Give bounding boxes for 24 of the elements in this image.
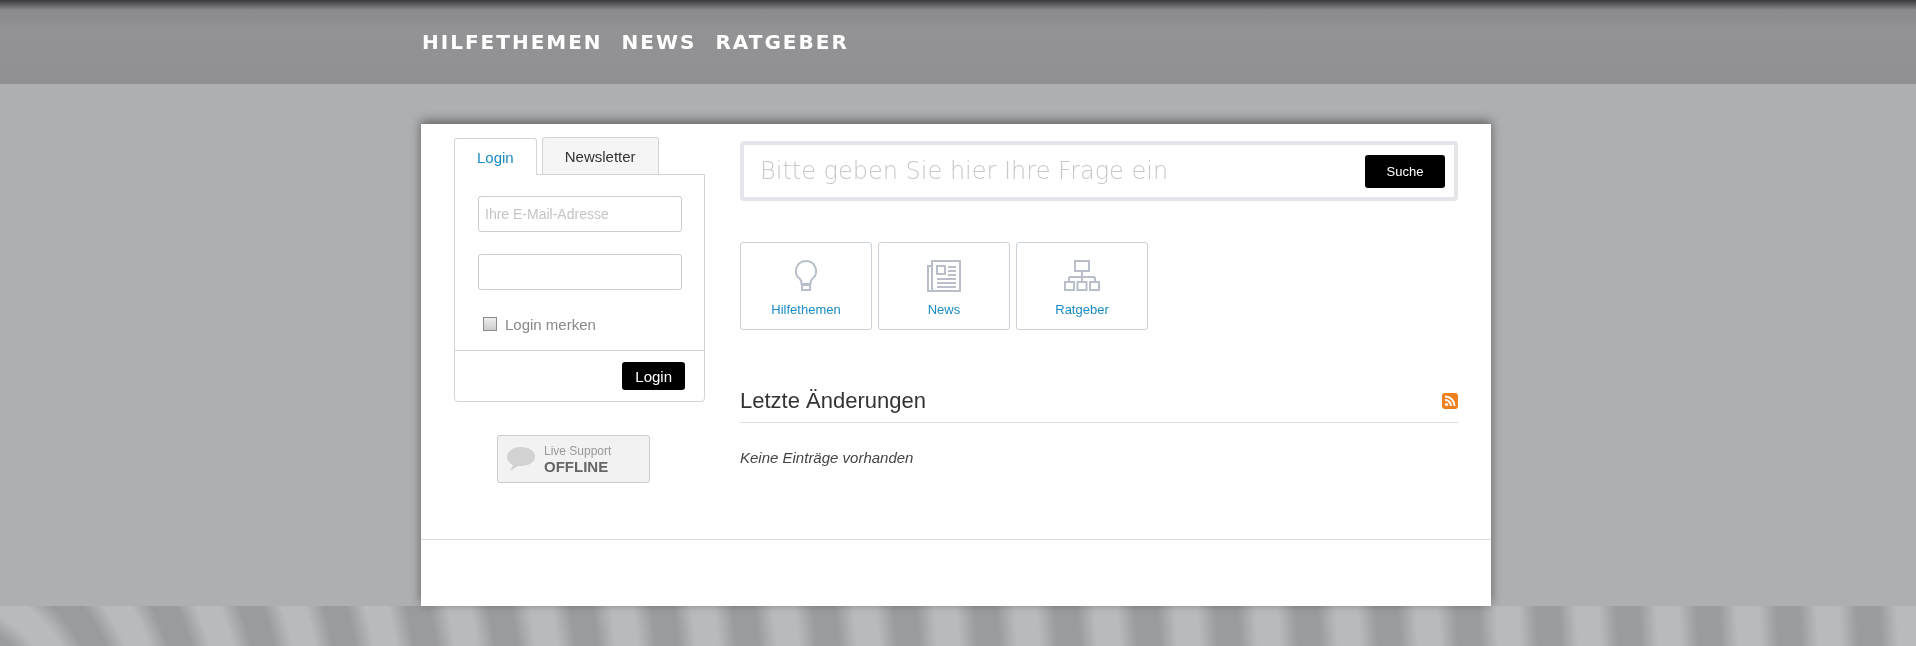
tab[interactable]: Login [454, 138, 537, 175]
newspaper-icon [927, 260, 961, 292]
email-field[interactable]: Ihre E-Mail-Adresse [478, 196, 682, 232]
live-support-badge[interactable]: Live Support OFFLINE [497, 435, 650, 483]
remember-checkbox[interactable] [483, 317, 497, 331]
speech-bubble-icon [506, 446, 536, 472]
category-tile[interactable]: Hilfethemen [740, 242, 872, 330]
live-support-label: Live Support [544, 444, 612, 459]
rss-icon[interactable] [1442, 393, 1458, 409]
status-label: OFFLINE [544, 459, 610, 474]
tab[interactable]: Newsletter [541, 137, 659, 174]
sitemap-icon [1064, 260, 1100, 292]
section-heading: Letzte Änderungen [740, 388, 926, 414]
password-field[interactable] [478, 254, 682, 290]
nav-link[interactable]: RATGEBER [715, 30, 849, 54]
remember-label: Login merken [505, 315, 596, 333]
category-tile[interactable]: News [878, 242, 1010, 330]
login-button[interactable]: Login [622, 362, 685, 390]
nav-link[interactable]: NEWS [621, 30, 697, 54]
empty-message: Keine Einträge vorhanden [740, 449, 915, 466]
category-tile[interactable]: Ratgeber [1016, 242, 1148, 330]
lightbulb-icon [795, 260, 817, 292]
nav-link[interactable]: HILFETHEMEN [422, 30, 603, 54]
search-button[interactable]: Suche [1365, 154, 1445, 188]
